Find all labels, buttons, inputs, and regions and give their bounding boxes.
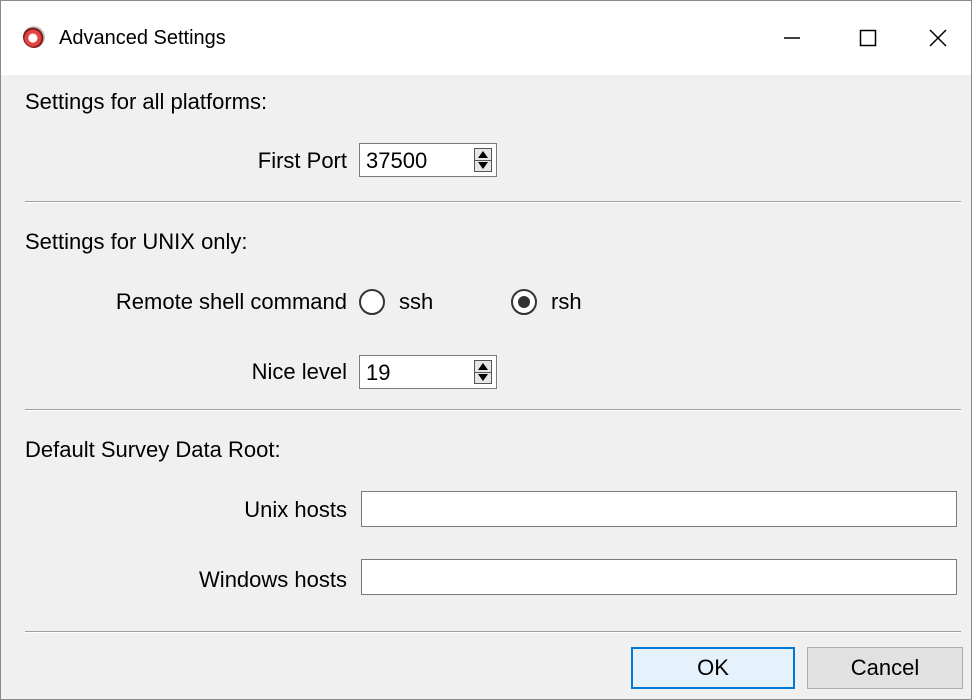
- radio-selected-dot: [518, 296, 530, 308]
- survey-root-heading: Default Survey Data Root:: [25, 437, 281, 462]
- close-button[interactable]: [901, 1, 972, 75]
- nice-level-spinner[interactable]: 19: [359, 355, 497, 389]
- radio-ssh[interactable]: [359, 289, 385, 315]
- first-port-spin-buttons[interactable]: [474, 148, 492, 172]
- unix-heading: Settings for UNIX only:: [25, 229, 248, 254]
- separator-3: [25, 631, 961, 633]
- radio-rsh[interactable]: [511, 289, 537, 315]
- advanced-settings-dialog: Advanced Settings Settings for all platf…: [0, 0, 972, 700]
- first-port-label: First Port: [257, 148, 347, 173]
- separator-2: [25, 409, 961, 411]
- windows-hosts-input[interactable]: [361, 559, 957, 595]
- maximize-button[interactable]: [831, 1, 905, 75]
- separator-1: [25, 201, 961, 203]
- nice-level-label: Nice level: [251, 359, 347, 384]
- radio-rsh-label[interactable]: rsh: [551, 289, 582, 315]
- close-icon: [929, 29, 947, 47]
- all-platforms-heading: Settings for all platforms:: [25, 89, 268, 114]
- title-bar[interactable]: Advanced Settings: [1, 1, 971, 75]
- unix-hosts-label: Unix hosts: [244, 497, 347, 522]
- spin-down-icon[interactable]: [475, 160, 491, 171]
- remote-shell-label: Remote shell command: [115, 289, 347, 314]
- first-port-value: 37500: [366, 148, 428, 173]
- minimize-icon: [784, 37, 800, 39]
- app-icon: [23, 26, 45, 48]
- minimize-button[interactable]: [755, 1, 829, 75]
- radio-ssh-label[interactable]: ssh: [399, 289, 433, 315]
- ok-button[interactable]: OK: [631, 647, 795, 689]
- unix-hosts-input[interactable]: [361, 491, 957, 527]
- first-port-spinner[interactable]: 37500: [359, 143, 497, 177]
- nice-level-spin-buttons[interactable]: [474, 360, 492, 384]
- cancel-button[interactable]: Cancel: [807, 647, 963, 689]
- spin-down-icon[interactable]: [475, 372, 491, 383]
- window-title: Advanced Settings: [59, 27, 226, 49]
- maximize-icon: [859, 29, 877, 47]
- windows-hosts-label: Windows hosts: [199, 567, 347, 592]
- nice-level-value: 19: [366, 360, 391, 385]
